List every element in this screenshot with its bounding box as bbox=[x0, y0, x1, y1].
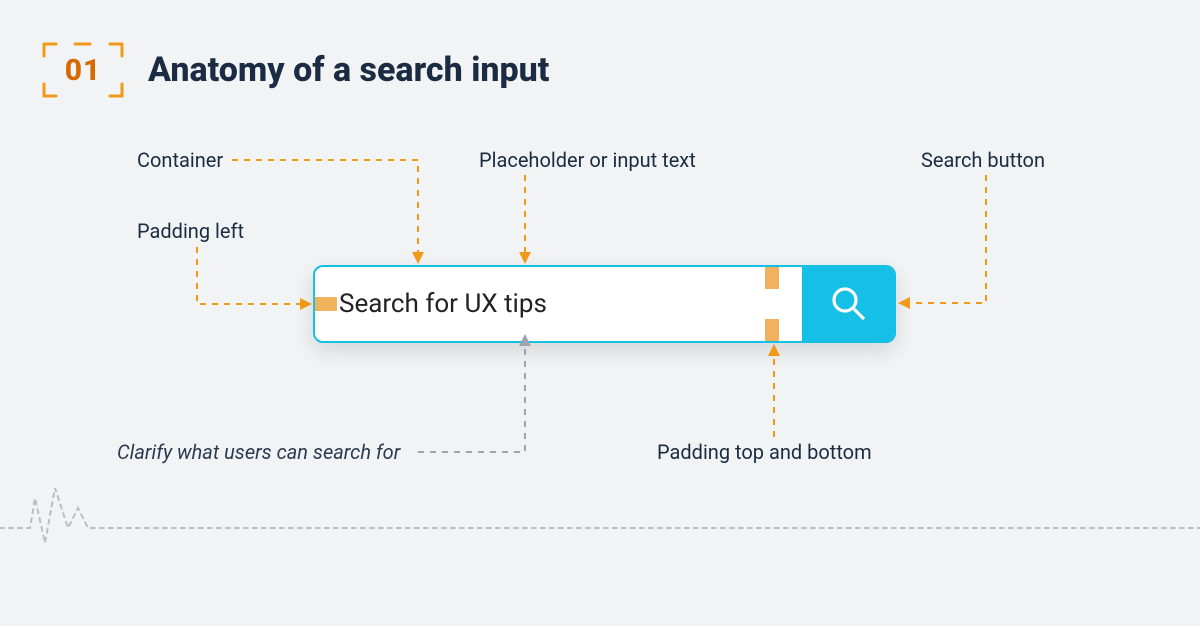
magnifier-icon bbox=[828, 283, 868, 326]
search-container: Search for UX tips bbox=[313, 265, 896, 343]
annotation-search-button: Search button bbox=[921, 148, 1045, 172]
search-input-text[interactable]: Search for UX tips bbox=[339, 289, 547, 319]
search-button[interactable] bbox=[802, 267, 894, 341]
annotation-placeholder: Placeholder or input text bbox=[479, 148, 696, 172]
annotation-padding-tb: Padding top and bottom bbox=[657, 440, 872, 464]
page-title: Anatomy of a search input bbox=[148, 50, 549, 90]
annotation-padding-left: Padding left bbox=[137, 219, 244, 243]
padding-left-indicator bbox=[315, 297, 337, 311]
annotation-container: Container bbox=[137, 148, 223, 172]
padding-bottom-indicator bbox=[765, 319, 779, 341]
section-badge: 01 bbox=[40, 40, 126, 100]
header: 01 Anatomy of a search input bbox=[40, 40, 549, 100]
annotation-clarify: Clarify what users can search for bbox=[117, 440, 400, 464]
decorative-wave bbox=[0, 468, 1200, 558]
padding-top-indicator bbox=[765, 267, 779, 289]
